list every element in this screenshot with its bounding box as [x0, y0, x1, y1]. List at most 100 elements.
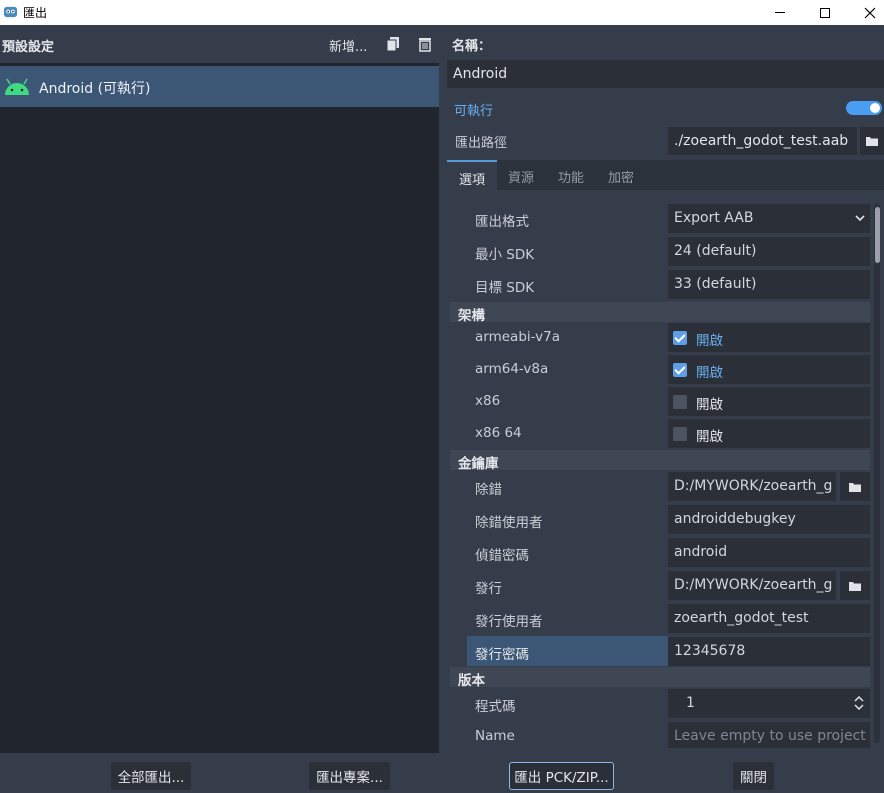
target-sdk-input[interactable]: 33 (default) — [668, 270, 870, 299]
title-bar: 匯出 — [0, 0, 884, 25]
godot-logo-icon — [3, 6, 18, 18]
version-code-spinbox[interactable]: 1 — [668, 689, 870, 718]
tab-encryption[interactable]: 加密 — [608, 160, 634, 190]
export-format-select[interactable]: Export AAB — [668, 204, 870, 233]
release-password-value: 12345678 — [674, 643, 746, 659]
min-sdk-label: 最小 SDK — [475, 247, 535, 263]
option-release-user: 發行使用者 zoearth_godot_test — [450, 603, 870, 634]
option-arch-arm64: arm64-v8a 開啟 — [450, 354, 870, 385]
debug-user-label: 除錯使用者 — [475, 515, 543, 531]
minimize-button[interactable] — [757, 0, 803, 25]
add-preset-button[interactable]: 新增... — [329, 36, 367, 55]
release-keystore-value: D:/MYWORK/zoearth_g — [674, 577, 833, 593]
debug-keystore-value: D:/MYWORK/zoearth_g — [674, 478, 833, 494]
section-architectures-title: 架構 — [458, 308, 485, 324]
debug-password-value: android — [674, 544, 728, 560]
min-sdk-value: 24 (default) — [674, 243, 757, 259]
name-input[interactable]: Android — [447, 60, 884, 88]
release-password-label: 發行密碼 — [475, 647, 529, 663]
option-release-keystore: 發行 D:/MYWORK/zoearth_g — [450, 570, 870, 601]
option-arch-armeabi: armeabi-v7a 開啟 — [450, 322, 870, 353]
export-pck-zip-button[interactable]: 匯出 PCK/ZIP... — [509, 762, 614, 790]
maximize-button[interactable] — [802, 0, 848, 25]
arch-label: armeabi-v7a — [475, 329, 560, 345]
maximize-icon — [820, 7, 830, 18]
arch-armeabi-state: 開啟 — [696, 333, 723, 349]
option-version-code: 程式碼 1 — [450, 688, 870, 719]
option-export-format: 匯出格式 Export AAB — [450, 203, 870, 234]
export-path-input[interactable]: ./zoearth_godot_test.aab — [668, 127, 857, 155]
version-name-input[interactable]: Leave empty to use project v — [668, 722, 870, 748]
android-icon — [5, 78, 29, 95]
arch-x86-64-checkbox[interactable]: 開啟 — [668, 419, 870, 448]
window-title: 匯出 — [23, 6, 48, 20]
tab-features[interactable]: 功能 — [558, 160, 584, 190]
debug-keystore-browse-button[interactable] — [840, 472, 870, 501]
export-all-button[interactable]: 全部匯出... — [111, 762, 191, 790]
export-project-button[interactable]: 匯出專案... — [309, 762, 390, 790]
folder-icon — [866, 137, 878, 146]
close-window-button[interactable] — [847, 0, 884, 25]
duplicate-icon[interactable] — [385, 36, 401, 52]
option-debug-keystore: 除錯 D:/MYWORK/zoearth_g — [450, 471, 870, 502]
name-value: Android — [453, 66, 508, 82]
export-path-value: ./zoearth_godot_test.aab — [674, 133, 849, 149]
version-name-placeholder: Leave empty to use project v — [674, 728, 870, 744]
name-label: 名稱： — [452, 39, 492, 54]
version-name-label: Name — [475, 728, 515, 744]
option-arch-x86: x86 開啟 — [450, 386, 870, 417]
preset-item-android[interactable]: Android (可執行) — [0, 66, 439, 107]
release-keystore-browse-button[interactable] — [840, 571, 870, 600]
option-debug-password: 偵錯密碼 android — [450, 537, 870, 568]
release-user-label: 發行使用者 — [475, 614, 543, 630]
export-format-label: 匯出格式 — [475, 214, 529, 230]
section-architectures[interactable]: 架構 — [450, 302, 870, 324]
folder-icon — [849, 482, 861, 492]
preset-list: Android (可執行) — [0, 63, 439, 753]
arch-label: x86 — [475, 393, 501, 409]
release-user-value: zoearth_godot_test — [674, 610, 809, 626]
release-keystore-input[interactable]: D:/MYWORK/zoearth_g — [668, 571, 836, 600]
section-version[interactable]: 版本 — [450, 667, 870, 689]
options-scrollbar-thumb[interactable] — [875, 207, 880, 263]
export-path-label: 匯出路徑 — [455, 136, 508, 151]
debug-password-input[interactable]: android — [668, 538, 870, 567]
debug-user-input[interactable]: androiddebugkey — [668, 505, 870, 534]
release-user-input[interactable]: zoearth_godot_test — [668, 604, 870, 633]
checkbox-unchecked-icon — [673, 427, 687, 441]
checkbox-unchecked-icon — [673, 395, 687, 409]
arch-x86-64-state: 開啟 — [696, 429, 723, 445]
tab-options[interactable]: 選項 — [447, 160, 497, 190]
spinner-arrows-icon — [854, 696, 864, 710]
presets-title: 預設設定 — [2, 40, 55, 55]
tab-resources[interactable]: 資源 — [508, 160, 534, 190]
arch-label: x86 64 — [475, 425, 522, 441]
close-button[interactable]: 關閉 — [733, 762, 774, 790]
option-version-name: Name Leave empty to use project v — [450, 721, 870, 748]
release-password-input[interactable]: 12345678 — [668, 637, 870, 666]
arch-x86-checkbox[interactable]: 開啟 — [668, 387, 870, 416]
option-release-password: 發行密碼 12345678 — [450, 636, 870, 667]
release-keystore-label: 發行 — [475, 581, 502, 597]
debug-user-value: androiddebugkey — [674, 511, 796, 527]
min-sdk-input[interactable]: 24 (default) — [668, 237, 870, 266]
folder-icon — [849, 581, 861, 591]
option-debug-user: 除錯使用者 androiddebugkey — [450, 504, 870, 535]
version-code-label: 程式碼 — [475, 699, 516, 715]
version-code-value: 1 — [686, 695, 695, 711]
arch-armeabi-checkbox[interactable]: 開啟 — [668, 323, 870, 352]
options-scrollbar[interactable] — [874, 203, 880, 743]
export-format-value: Export AAB — [674, 210, 754, 226]
runnable-toggle[interactable] — [846, 101, 882, 115]
option-target-sdk: 目標 SDK 33 (default) — [450, 269, 870, 300]
export-path-browse-button[interactable] — [860, 127, 884, 155]
section-keystore[interactable]: 金鑰庫 — [450, 450, 870, 472]
minimize-icon — [775, 12, 785, 13]
runnable-label: 可執行 — [454, 104, 494, 119]
arch-arm64-checkbox[interactable]: 開啟 — [668, 355, 870, 384]
debug-keystore-input[interactable]: D:/MYWORK/zoearth_g — [668, 472, 836, 501]
delete-icon[interactable] — [417, 36, 433, 52]
tabs: 選項 資源 功能 加密 — [447, 160, 884, 190]
arch-x86-state: 開啟 — [696, 397, 723, 413]
target-sdk-label: 目標 SDK — [475, 280, 535, 296]
